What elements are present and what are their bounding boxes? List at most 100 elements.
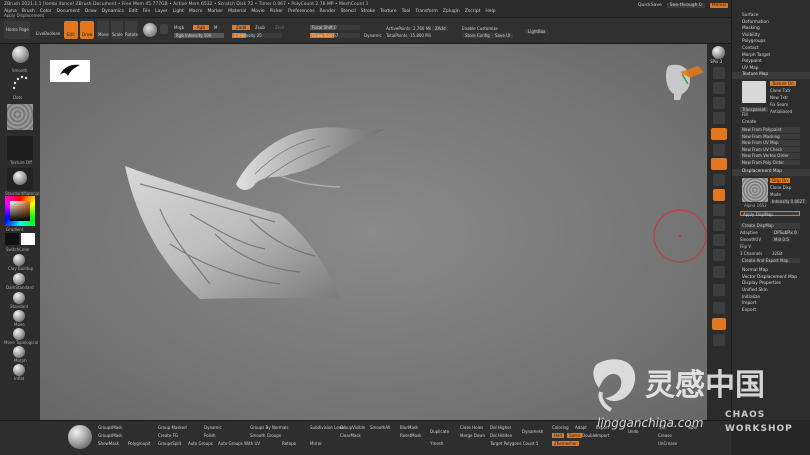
menus-button[interactable]: Menus: [709, 3, 729, 8]
menu-help[interactable]: Help: [485, 9, 495, 14]
lsym-icon[interactable]: [713, 174, 725, 186]
menu-render[interactable]: Render: [320, 9, 336, 14]
bottom-btn-12[interactable]: Auto Groups: [188, 441, 213, 446]
bottom-btn-20[interactable]: ResetMask: [400, 433, 421, 438]
channels-button[interactable]: 3 Channels: [740, 251, 762, 256]
smooth-brush-icon[interactable]: [12, 46, 29, 63]
menu-macro[interactable]: Macro: [189, 9, 203, 14]
standard-brush-icon[interactable]: [13, 292, 25, 304]
bottom-btn-4[interactable]: Dynamic: [204, 425, 222, 430]
scroll-icon[interactable]: [713, 67, 725, 79]
spix-label[interactable]: SPix 3: [710, 59, 722, 64]
texture-slot-icon[interactable]: [7, 136, 33, 160]
palette-polypaint[interactable]: Polypaint: [732, 59, 810, 66]
alpha-thumbnail-icon[interactable]: [7, 104, 33, 130]
palette-export[interactable]: Export: [732, 308, 810, 315]
brush-swatch-icon[interactable]: [160, 24, 168, 34]
edit-mode-button[interactable]: Edit: [64, 21, 78, 39]
aahalf-icon[interactable]: [713, 112, 725, 124]
mid-slider[interactable]: Mid 0.5: [772, 236, 791, 242]
menu-file[interactable]: File: [143, 9, 151, 14]
move-view-icon[interactable]: [713, 219, 725, 231]
bottom-btn-14[interactable]: Retopo: [282, 441, 296, 446]
menu-material[interactable]: Material: [228, 9, 246, 14]
zsub-button[interactable]: Zsub: [255, 25, 265, 30]
dynamic-button[interactable]: Dynamic: [364, 33, 382, 38]
palette-display-properties[interactable]: Display Properties: [732, 281, 810, 288]
rotate-mode-button[interactable]: Rotate: [125, 21, 138, 39]
quicksave-button[interactable]: QuickSave: [638, 3, 662, 8]
bottom-btn-11[interactable]: Polish: [204, 433, 216, 438]
switchcolor-label[interactable]: SwitchColor: [6, 247, 30, 252]
menu-transform[interactable]: Transform: [415, 9, 437, 14]
palette-polygroups[interactable]: Polygroups: [732, 39, 810, 46]
bottom-btn-23[interactable]: Del Hidden: [490, 433, 512, 438]
draw-size-slider[interactable]: Draw Size 67: [310, 33, 360, 38]
move-mode-button[interactable]: Move: [97, 21, 109, 39]
new-from-vertex-order-button[interactable]: New From Vertex Order: [740, 153, 800, 159]
bottom-btn-22[interactable]: Close Holes: [460, 425, 483, 430]
disp-on-button[interactable]: Disp On: [770, 177, 790, 183]
scale-view-icon[interactable]: [713, 234, 725, 246]
bottom-btn-6[interactable]: Smooth Groups: [250, 433, 281, 438]
bottom-btn-19[interactable]: BlurMask: [400, 425, 418, 430]
inflat-brush-icon[interactable]: [13, 364, 25, 376]
bottom-btn-18[interactable]: SmoothAll: [370, 425, 390, 430]
actual-icon[interactable]: [713, 97, 725, 109]
draw-mode-button[interactable]: Draw: [80, 21, 94, 39]
half-button[interactable]: Half: [552, 433, 564, 438]
focal-shift-slider[interactable]: Focal Shift 0: [310, 25, 360, 30]
transparent-button[interactable]: Transparent: [740, 106, 768, 112]
menu-zplugin[interactable]: Zplugin: [443, 9, 460, 14]
rgb-intensity-slider[interactable]: Rgb Intensity 100: [174, 33, 224, 38]
new-from-uvcheck-button[interactable]: New From UV Check: [740, 146, 800, 153]
intensity-slider[interactable]: Intensity 0.0627: [770, 198, 807, 204]
menu-layer[interactable]: Layer: [155, 9, 168, 14]
fix-seam-button[interactable]: Fix Seam: [770, 102, 788, 107]
subdivision-level-slider[interactable]: Subdivision Level: [310, 425, 345, 430]
local-icon[interactable]: [711, 158, 727, 170]
bottom-btn-15[interactable]: Mirror: [310, 441, 322, 446]
menu-light[interactable]: Light: [173, 9, 184, 14]
liveboolean-button[interactable]: LiveBoolean: [36, 31, 60, 36]
menu-document[interactable]: Document: [57, 9, 80, 14]
merge-down-button[interactable]: Merge Down: [460, 433, 485, 438]
enable-customize-button[interactable]: Enable Customize: [462, 26, 498, 31]
smoothuv-button[interactable]: SmoothUV: [740, 237, 761, 242]
dpsubpix-slider[interactable]: DPSubPix 0: [772, 229, 799, 235]
material-slot[interactable]: [7, 168, 33, 190]
seethrough-slider[interactable]: See-through 0: [666, 3, 705, 8]
rotate-view-icon[interactable]: [713, 249, 725, 261]
main-color-swatch[interactable]: [5, 233, 19, 245]
persp-icon[interactable]: [711, 128, 727, 140]
bottom-btn-1[interactable]: GroupsMask: [98, 425, 123, 430]
linefill-icon[interactable]: [713, 266, 725, 278]
menu-zscript[interactable]: Zscript: [465, 9, 481, 14]
save-ui-button[interactable]: Save UI: [492, 33, 514, 38]
xpose-icon[interactable]: [713, 334, 725, 346]
new-txtr-button[interactable]: New Txtr: [770, 95, 788, 100]
palette-contact[interactable]: Contact: [732, 46, 810, 53]
ymesh-button[interactable]: Ymesh: [430, 441, 443, 446]
move-topological-brush-icon[interactable]: [13, 328, 25, 340]
bottom-btn-9[interactable]: Create FG: [158, 433, 178, 438]
displacement-map-header[interactable]: Displacement Map: [732, 169, 810, 176]
palette-import[interactable]: Import: [732, 301, 810, 308]
menu-picker[interactable]: Picker: [270, 9, 283, 14]
texture-on-button[interactable]: Texture On: [770, 80, 796, 86]
palette-masking[interactable]: Masking: [732, 26, 810, 33]
polyf-icon[interactable]: [713, 284, 725, 296]
palette-texture-map[interactable]: Texture Map: [732, 72, 810, 79]
secondary-color-swatch[interactable]: [21, 233, 35, 245]
menu-stencil[interactable]: Stencil: [341, 9, 356, 14]
menu-movie[interactable]: Movie: [251, 9, 264, 14]
solo-icon[interactable]: [712, 318, 726, 330]
menu-tool[interactable]: Tool: [402, 9, 411, 14]
zadd-button[interactable]: Zadd: [232, 25, 251, 30]
new-from-uvmap-button[interactable]: New From UV Map: [740, 140, 800, 146]
adaptive-button[interactable]: Adaptive: [740, 230, 758, 235]
bottom-btn-21[interactable]: Duplicate: [430, 429, 449, 434]
menu-preferences[interactable]: Preferences: [288, 9, 314, 14]
z-intensity-slider[interactable]: Z Intensity 25: [232, 33, 282, 38]
flip-v-button[interactable]: Flip V: [740, 244, 751, 249]
